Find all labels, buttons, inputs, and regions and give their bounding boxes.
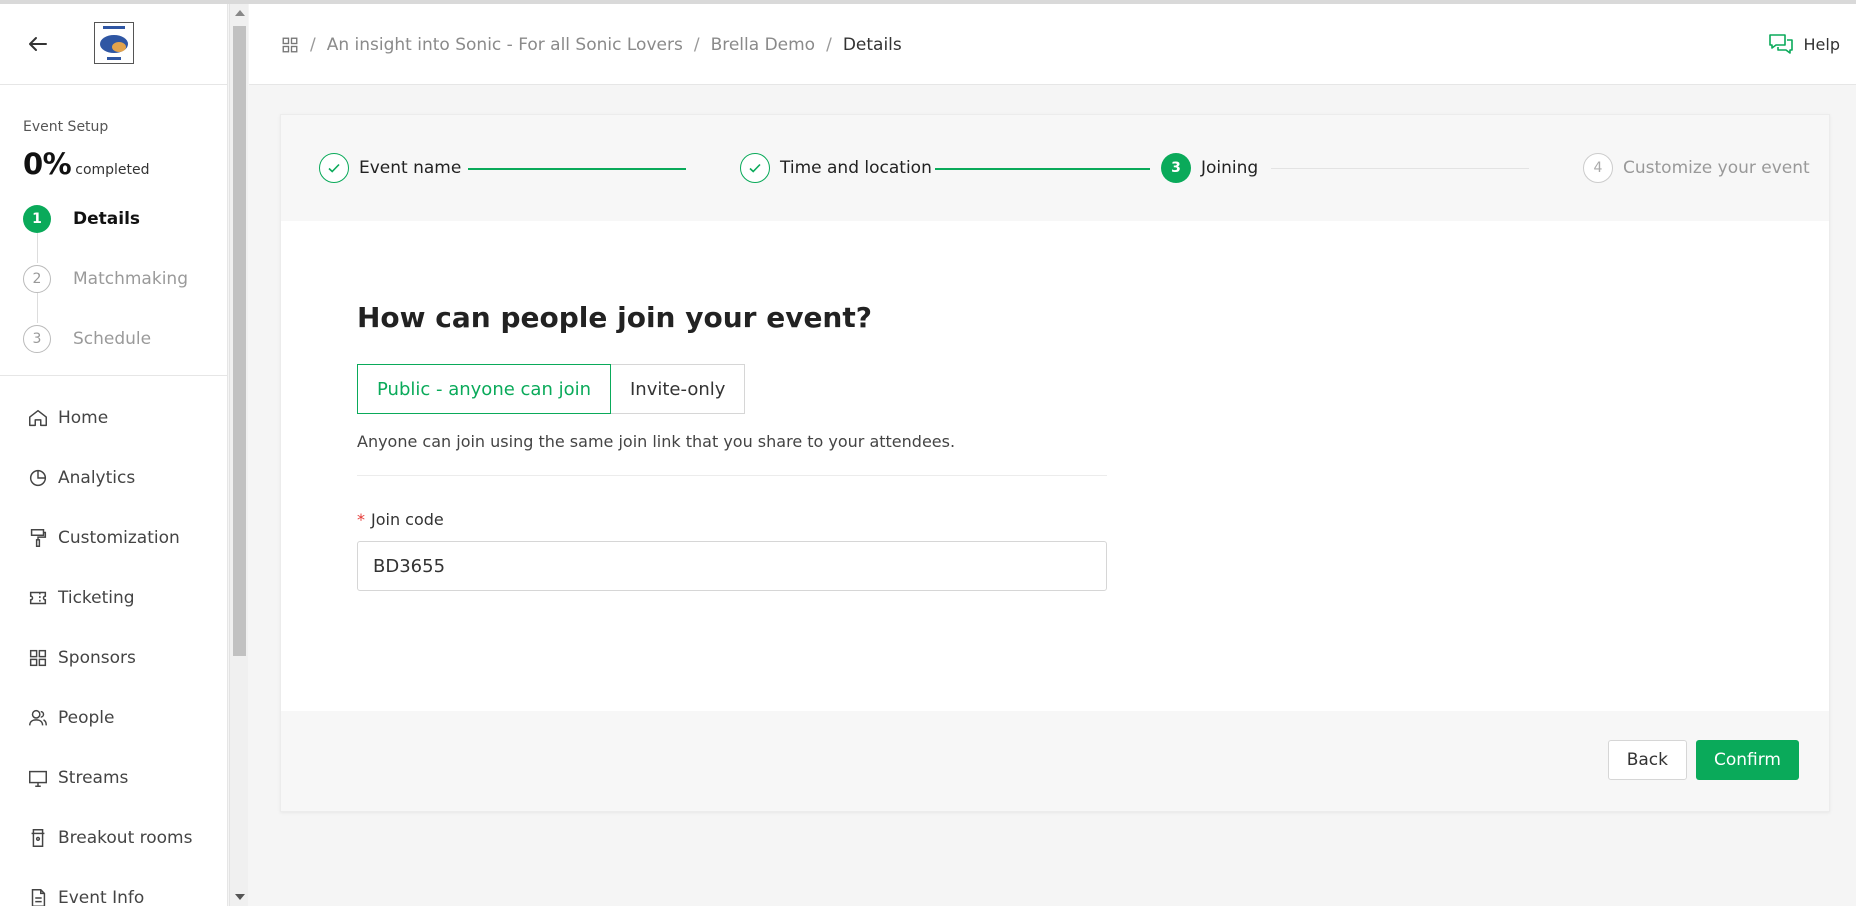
sidebar-item-label: Event Info: [58, 888, 145, 906]
setup-step-matchmaking[interactable]: 2 Matchmaking: [23, 249, 227, 309]
breadcrumb: / An insight into Sonic - For all Sonic …: [281, 4, 902, 85]
wizard-step-number: 4: [1583, 153, 1613, 183]
sidebar-item-analytics[interactable]: Analytics: [0, 448, 227, 508]
people-icon: [29, 709, 47, 726]
grid-icon: [29, 649, 47, 667]
join-code-label: * Join code: [357, 510, 1829, 529]
wizard-step-event-name[interactable]: Event name: [319, 153, 461, 183]
door-icon: [31, 829, 45, 847]
scroll-down-arrow-icon[interactable]: [235, 894, 245, 900]
joining-title: How can people join your event?: [357, 301, 872, 334]
step-number: 3: [23, 325, 51, 353]
setup-step-details[interactable]: 1 Details: [23, 189, 227, 249]
public-option-button[interactable]: Public - anyone can join: [357, 364, 611, 414]
check-icon: [319, 153, 349, 183]
step-connector: [37, 293, 38, 323]
sidebar-item-event-info[interactable]: Event Info: [0, 868, 227, 906]
step-label: Matchmaking: [73, 269, 188, 289]
sidebar-item-sponsors[interactable]: Sponsors: [0, 628, 227, 688]
sidebar-item-breakout-rooms[interactable]: Breakout rooms: [0, 808, 227, 868]
event-setup-label: Event Setup: [23, 119, 109, 135]
breadcrumb-separator: /: [693, 34, 700, 55]
breadcrumb-separator: /: [310, 34, 316, 55]
card-footer: Back Confirm: [281, 711, 1829, 811]
wizard-step-label: Joining: [1201, 158, 1259, 178]
scroll-thumb[interactable]: [233, 26, 246, 656]
wizard-stepper: Event name Time and location 3 Joining 4…: [281, 115, 1829, 221]
setup-step-schedule[interactable]: 3 Schedule: [23, 309, 227, 369]
ticket-icon: [29, 591, 47, 605]
wizard-step-customize[interactable]: 4 Customize your event: [1583, 153, 1810, 183]
monitor-icon: [29, 770, 47, 787]
invite-only-option-button[interactable]: Invite-only: [611, 364, 746, 414]
confirm-button[interactable]: Confirm: [1695, 740, 1799, 780]
wizard-step-joining[interactable]: 3 Joining: [1161, 153, 1258, 183]
setup-steps: 1 Details 2 Matchmaking 3 Schedule: [23, 189, 227, 369]
document-icon: [31, 889, 46, 906]
sidebar-nav: Home Analytics Customization Ticketing S…: [0, 376, 227, 906]
check-icon: [740, 153, 770, 183]
step-number: 2: [23, 265, 51, 293]
join-type-description: Anyone can join using the same join link…: [357, 432, 956, 451]
required-mark: *: [357, 510, 365, 529]
top-header: / An insight into Sonic - For all Sonic …: [249, 4, 1856, 85]
home-icon: [29, 409, 47, 427]
sidebar-item-home[interactable]: Home: [0, 388, 227, 448]
breadcrumb-separator: /: [826, 34, 832, 55]
sidebar-item-label: People: [58, 708, 115, 728]
stepper-connector: [468, 168, 686, 170]
sidebar-item-customization[interactable]: Customization: [0, 508, 227, 568]
sidebar-item-label: Customization: [58, 528, 180, 548]
progress-percent: 0%: [23, 147, 72, 181]
breadcrumb-current: Details: [842, 34, 902, 55]
step-label: Schedule: [73, 329, 152, 349]
back-button[interactable]: Back: [1607, 740, 1687, 780]
help-button[interactable]: Help: [1768, 4, 1840, 85]
wizard-step-number: 3: [1161, 153, 1191, 183]
progress-suffix: completed: [75, 162, 150, 178]
arrow-left-icon[interactable]: [26, 32, 50, 56]
pie-chart-icon: [29, 469, 47, 487]
joining-form: How can people join your event? Public -…: [281, 301, 1829, 591]
join-code-label-text: Join code: [371, 510, 444, 529]
stepper-connector: [935, 168, 1150, 170]
event-logo: [94, 22, 134, 64]
sidebar-item-ticketing[interactable]: Ticketing: [0, 568, 227, 628]
join-code-input[interactable]: [357, 541, 1107, 591]
sidebar-item-people[interactable]: People: [0, 688, 227, 748]
sidebar-item-label: Analytics: [58, 468, 136, 488]
setup-card: Event name Time and location 3 Joining 4…: [280, 114, 1830, 812]
event-setup-section: Event Setup 0% completed 1 Details 2 Mat…: [0, 85, 227, 369]
sidebar-item-label: Sponsors: [58, 648, 136, 668]
sidebar-item-label: Streams: [58, 768, 129, 788]
join-type-toggle: Public - anyone can join Invite-only: [357, 364, 1829, 414]
setup-progress: 0% completed: [23, 147, 227, 181]
paint-roller-icon: [30, 529, 47, 547]
wizard-step-label: Customize your event: [1623, 158, 1810, 178]
sidebar: Event Setup 0% completed 1 Details 2 Mat…: [0, 4, 228, 906]
form-divider: [357, 475, 1107, 476]
step-number: 1: [23, 205, 51, 233]
wizard-step-time-location[interactable]: Time and location: [740, 153, 932, 183]
breadcrumb-organization[interactable]: Brella Demo: [711, 35, 816, 55]
sidebar-scrollbar[interactable]: [229, 4, 248, 906]
chat-bubbles-icon: [1768, 33, 1793, 54]
help-label: Help: [1803, 35, 1840, 54]
stepper-connector: [1271, 168, 1529, 169]
step-label: Details: [73, 209, 141, 229]
sidebar-item-label: Ticketing: [58, 588, 135, 608]
apps-grid-icon[interactable]: [281, 36, 299, 54]
breadcrumb-event[interactable]: An insight into Sonic - For all Sonic Lo…: [327, 35, 683, 55]
wizard-step-label: Event name: [359, 158, 462, 178]
sidebar-item-label: Breakout rooms: [58, 828, 193, 848]
sidebar-item-streams[interactable]: Streams: [0, 748, 227, 808]
wizard-step-label: Time and location: [780, 158, 932, 178]
scroll-up-arrow-icon[interactable]: [235, 10, 245, 16]
step-connector: [37, 233, 38, 263]
sidebar-header: [0, 4, 227, 85]
sidebar-item-label: Home: [58, 408, 109, 428]
